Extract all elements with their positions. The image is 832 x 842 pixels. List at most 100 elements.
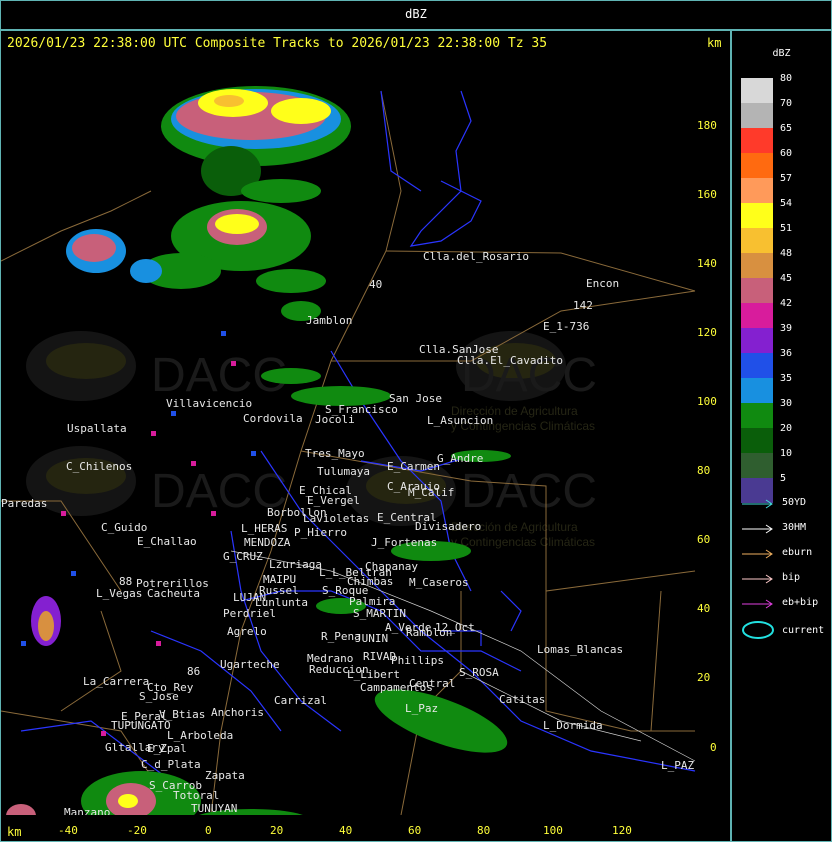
colorbar-label: 42 <box>780 298 793 309</box>
place-label: Jocoli <box>315 413 355 426</box>
place-label: TUPUNGATO <box>111 719 171 732</box>
place-label: E_Challao <box>137 535 197 548</box>
place-label: 88 <box>119 575 132 588</box>
colorbar-label: 10 <box>780 448 793 459</box>
y-tick-label: 20 <box>697 671 711 684</box>
colorbar-label: 48 <box>780 248 793 259</box>
place-label: 12_Oct <box>435 621 475 634</box>
colorbar-label: 54 <box>780 198 793 209</box>
place-label: Divisadero <box>415 520 481 533</box>
place-label: C_d_Plata <box>141 758 201 771</box>
y-tick-label: 160 <box>697 188 717 201</box>
place-label: Encon <box>586 277 619 290</box>
colorbar-swatch <box>741 378 773 403</box>
x-tick-label: 120 <box>612 824 632 837</box>
place-label: Manzano <box>64 806 110 815</box>
place-label: Tres_Mayo <box>305 447 365 460</box>
colorbar-swatch <box>741 128 773 153</box>
place-label: L_PAZ <box>661 759 694 772</box>
place-label: Cacheuta <box>147 587 200 600</box>
y-tick-label: 80 <box>697 464 711 477</box>
colorbar-label: 36 <box>780 348 793 359</box>
place-label: Totoral <box>173 789 219 802</box>
colorbar-label: 57 <box>780 173 793 184</box>
place-label: Jamblon <box>306 314 352 327</box>
track-label: eb+bip <box>782 597 819 608</box>
place-label: L_Arboleda <box>167 729 233 742</box>
y-tick-label: 0 <box>710 741 717 754</box>
track-label: 50YD <box>782 497 807 508</box>
colorbar-swatch <box>741 78 773 103</box>
current-label: current <box>782 625 825 636</box>
y-tick-label: 120 <box>697 326 717 339</box>
x-tick-label: 80 <box>477 824 491 837</box>
colorbar-swatch <box>741 103 773 128</box>
track-arrow-icon <box>742 549 773 559</box>
place-label: Phillips <box>391 654 444 667</box>
track-label: bip <box>782 572 801 583</box>
radar-map-panel[interactable]: 2026/01/23 22:38:00 UTC Composite Tracks… <box>0 30 731 842</box>
place-label: G_Andre <box>437 452 483 465</box>
place-label: La_Carrera <box>83 675 149 688</box>
x-tick-label: 100 <box>543 824 563 837</box>
place-label: Anchoris <box>211 706 264 719</box>
colorbar-swatch <box>741 403 773 428</box>
colorbar-label: 35 <box>780 373 793 384</box>
y-tick-label: 40 <box>697 602 711 615</box>
place-label: Perdriel <box>223 607 276 620</box>
place-label: Paredas <box>1 497 47 510</box>
place-label: L_Asuncion <box>427 414 493 427</box>
top-title: dBZ <box>405 7 427 21</box>
place-label: C_Chilenos <box>66 460 132 473</box>
place-label: M_Caseros <box>409 576 469 589</box>
place-label: Catitas <box>499 693 545 706</box>
colorbar-label: 45 <box>780 273 793 284</box>
place-label: C_Guido <box>101 521 147 534</box>
place-label: E_Zpal <box>147 742 187 755</box>
place-label: Clla.El_Cavadito <box>457 354 563 367</box>
colorbar-label: 5 <box>780 473 787 484</box>
place-label: Villavicencio <box>166 397 252 410</box>
place-label: Uspallata <box>67 422 127 435</box>
colorbar-label: 70 <box>780 98 793 109</box>
place-label: P_Hierro <box>294 526 347 539</box>
colorbar-label: 65 <box>780 123 793 134</box>
x-tick-label: 20 <box>270 824 284 837</box>
radar-plot[interactable]: DACC DACC Dirección de Agricultura y Con… <box>1 55 730 815</box>
place-label: L_Libert <box>347 668 400 681</box>
place-label: TUNUYAN <box>191 802 237 815</box>
place-label: M_Calif <box>408 486 454 499</box>
track-arrow-icon <box>742 499 773 509</box>
colorbar-label: 39 <box>780 323 793 334</box>
place-label: Zapata <box>205 769 245 782</box>
place-label: Ugarteche <box>220 658 280 671</box>
place-label: MENDOZA <box>244 536 291 549</box>
colorbar-label: 80 <box>780 73 793 84</box>
place-label: 86 <box>187 665 200 678</box>
place-label: L_Dormida <box>543 719 603 732</box>
map-header: 2026/01/23 22:38:00 UTC Composite Tracks… <box>7 36 548 51</box>
x-tick-label: -40 <box>58 824 78 837</box>
colorbar-label: 20 <box>780 423 793 434</box>
place-label: Cordovila <box>243 412 303 425</box>
colorbar-swatch <box>741 278 773 303</box>
place-label: S_Jose <box>139 690 179 703</box>
place-label: E_Carmen <box>387 460 440 473</box>
place-label: Clla.del_Rosario <box>423 250 529 263</box>
place-label: Tulumaya <box>317 465 370 478</box>
place-label: JUNIN <box>355 632 388 645</box>
colorbar-swatch <box>741 453 773 478</box>
y-tick-label: 100 <box>697 395 717 408</box>
colorbar-swatch <box>741 178 773 203</box>
place-label: Carrizal <box>274 694 327 707</box>
place-label: Agrelo <box>227 625 267 638</box>
place-label: Chapanay <box>365 560 418 573</box>
colorbar-swatch <box>741 153 773 178</box>
y-tick-label: 140 <box>697 257 717 270</box>
place-label: 142 <box>573 299 593 312</box>
track-label: 30HM <box>782 522 807 533</box>
place-label: E_1-736 <box>543 320 589 333</box>
place-label: Lomas_Blancas <box>537 643 623 656</box>
y-tick-label: 180 <box>697 119 717 132</box>
track-label: eburn <box>782 547 813 558</box>
